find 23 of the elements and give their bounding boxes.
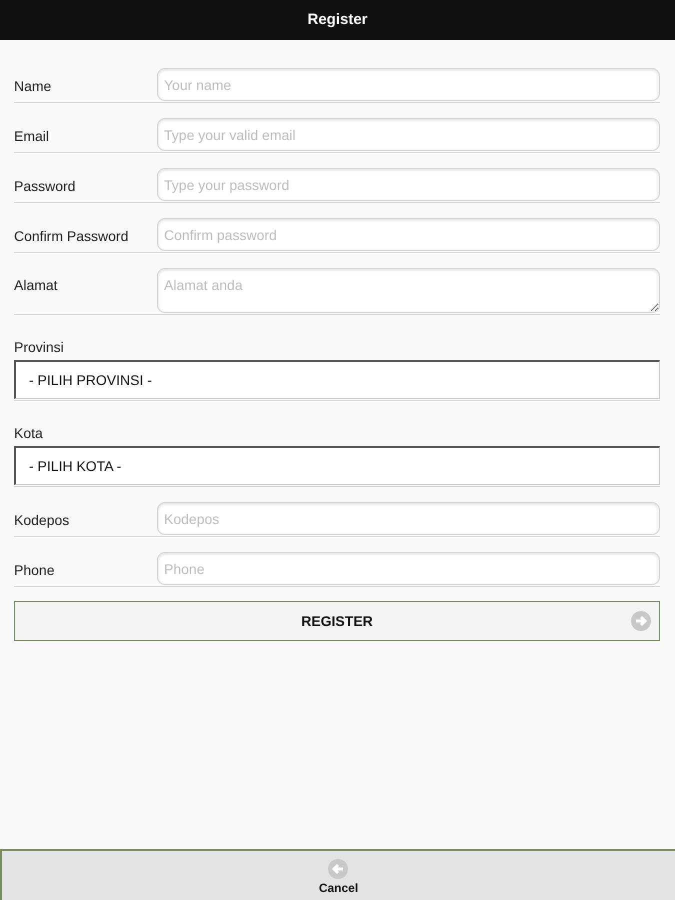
arrow-left-icon [328, 858, 348, 878]
field-label: Alamat [14, 276, 59, 295]
field-label: Confirm Password [14, 227, 130, 246]
field-label: Phone [14, 561, 56, 580]
field-label: Name [14, 77, 52, 96]
input-field[interactable]: Phone [157, 552, 660, 585]
input-field[interactable]: Kodepos [157, 502, 660, 535]
input-field[interactable]: Your name [157, 68, 660, 101]
page-title: Register [307, 10, 368, 30]
arrow-right-icon [631, 611, 651, 631]
input-field[interactable]: Type your password [157, 168, 660, 201]
address-field[interactable]: Alamat anda [157, 268, 660, 313]
field-label: Kodepos [14, 511, 70, 530]
field-label: Provinsi [14, 338, 65, 357]
field-label: Email [14, 127, 50, 146]
field-label: Kota [14, 424, 44, 443]
select-dropdown[interactable]: - PILIH KOTA - [14, 446, 660, 485]
input-field[interactable]: Confirm password [157, 218, 660, 251]
field-label: Password [14, 177, 76, 196]
cancel-button[interactable]: Cancel [318, 854, 358, 896]
register-button[interactable]: REGISTER [14, 601, 660, 641]
input-field[interactable]: Type your valid email [157, 118, 660, 151]
select-dropdown[interactable]: - PILIH PROVINSI - [14, 360, 660, 399]
